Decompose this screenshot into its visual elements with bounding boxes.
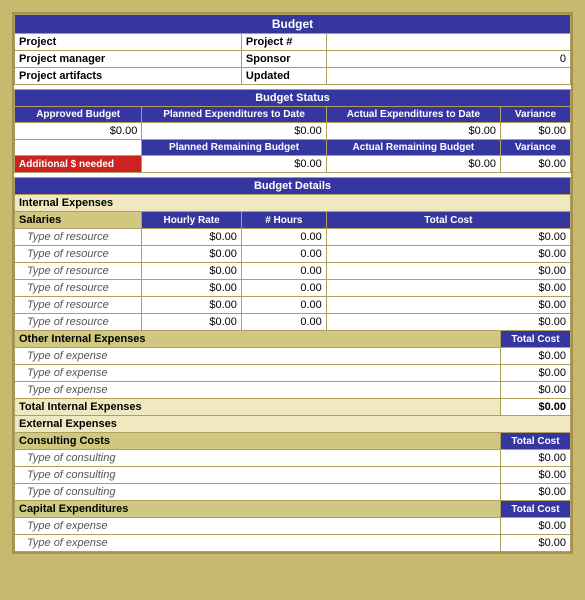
total-internal-value[interactable]: $0.00: [501, 399, 571, 416]
budget-title: Budget: [15, 15, 571, 34]
internal-expenses-label: Internal Expenses: [15, 195, 571, 212]
resource-name-4[interactable]: Type of resource: [15, 280, 142, 297]
resource-row-6: Type of resource $0.00 0.00 $0.00: [15, 314, 571, 331]
project-manager-label: Project manager: [15, 51, 242, 68]
resource-hours-5[interactable]: 0.00: [241, 297, 326, 314]
resource-hours-3[interactable]: 0.00: [241, 263, 326, 280]
approved-budget-col: Approved Budget: [15, 107, 142, 123]
capital-row-2: Type of expense $0.00: [15, 535, 571, 552]
external-expenses-label: External Expenses: [15, 416, 571, 433]
resource-name-6[interactable]: Type of resource: [15, 314, 142, 331]
other-expense-name-1[interactable]: Type of expense: [15, 348, 501, 365]
salaries-label: Salaries: [15, 212, 142, 229]
resource-row-3: Type of resource $0.00 0.00 $0.00: [15, 263, 571, 280]
other-expense-cost-3[interactable]: $0.00: [501, 382, 571, 399]
planned-remaining-col: Planned Remaining Budget: [142, 140, 326, 156]
resource-hours-6[interactable]: 0.00: [241, 314, 326, 331]
capital-row-1: Type of expense $0.00: [15, 518, 571, 535]
sponsor-label: Sponsor: [241, 51, 326, 68]
consulting-name-1[interactable]: Type of consulting: [15, 450, 501, 467]
variance2-value[interactable]: $0.00: [501, 156, 571, 173]
approved-budget-value[interactable]: $0.00: [15, 123, 142, 140]
project-number-label: Project #: [241, 34, 326, 51]
total-cost-col: Total Cost: [326, 212, 570, 229]
resource-cost-5[interactable]: $0.00: [326, 297, 570, 314]
actual-remaining-col: Actual Remaining Budget: [326, 140, 500, 156]
total-internal-label: Total Internal Expenses: [15, 399, 501, 416]
resource-name-1[interactable]: Type of resource: [15, 229, 142, 246]
updated-value[interactable]: [326, 68, 570, 85]
resource-name-5[interactable]: Type of resource: [15, 297, 142, 314]
variance-value[interactable]: $0.00: [501, 123, 571, 140]
planned-remaining-value[interactable]: $0.00: [142, 156, 326, 173]
updated-label: Updated: [241, 68, 326, 85]
capital-cost-2[interactable]: $0.00: [501, 535, 571, 552]
budget-container: Budget Project Project # Project manager…: [12, 12, 573, 554]
consulting-row-1: Type of consulting $0.00: [15, 450, 571, 467]
variance2-col: Variance: [501, 140, 571, 156]
resource-rate-6[interactable]: $0.00: [142, 314, 242, 331]
resource-cost-1[interactable]: $0.00: [326, 229, 570, 246]
resource-rate-5[interactable]: $0.00: [142, 297, 242, 314]
resource-row-5: Type of resource $0.00 0.00 $0.00: [15, 297, 571, 314]
resource-row-2: Type of resource $0.00 0.00 $0.00: [15, 246, 571, 263]
budget-status-title: Budget Status: [15, 90, 571, 107]
other-expense-cost-2[interactable]: $0.00: [501, 365, 571, 382]
resource-rate-3[interactable]: $0.00: [142, 263, 242, 280]
budget-details-title: Budget Details: [15, 178, 571, 195]
resource-rate-1[interactable]: $0.00: [142, 229, 242, 246]
consulting-row-2: Type of consulting $0.00: [15, 467, 571, 484]
actual-expenditures-col: Actual Expenditures to Date: [326, 107, 500, 123]
hourly-rate-col: Hourly Rate: [142, 212, 242, 229]
other-expense-row-2: Type of expense $0.00: [15, 365, 571, 382]
project-artifacts-label: Project artifacts: [15, 68, 242, 85]
resource-hours-1[interactable]: 0.00: [241, 229, 326, 246]
resource-name-2[interactable]: Type of resource: [15, 246, 142, 263]
other-expense-row-3: Type of expense $0.00: [15, 382, 571, 399]
resource-cost-3[interactable]: $0.00: [326, 263, 570, 280]
resource-rate-2[interactable]: $0.00: [142, 246, 242, 263]
consulting-cost-2[interactable]: $0.00: [501, 467, 571, 484]
consulting-cost-1[interactable]: $0.00: [501, 450, 571, 467]
hours-col: # Hours: [241, 212, 326, 229]
resource-cost-4[interactable]: $0.00: [326, 280, 570, 297]
project-label: Project: [15, 34, 242, 51]
other-expense-name-2[interactable]: Type of expense: [15, 365, 501, 382]
resource-row-4: Type of resource $0.00 0.00 $0.00: [15, 280, 571, 297]
actual-remaining-value[interactable]: $0.00: [326, 156, 500, 173]
other-internal-label: Other Internal Expenses: [15, 331, 501, 348]
consulting-row-3: Type of consulting $0.00: [15, 484, 571, 501]
additional-needed-cell: Additional $ needed: [15, 156, 142, 173]
capital-name-2[interactable]: Type of expense: [15, 535, 501, 552]
variance-col: Variance: [501, 107, 571, 123]
resource-row-1: Type of resource $0.00 0.00 $0.00: [15, 229, 571, 246]
resource-rate-4[interactable]: $0.00: [142, 280, 242, 297]
capital-name-1[interactable]: Type of expense: [15, 518, 501, 535]
other-expense-name-3[interactable]: Type of expense: [15, 382, 501, 399]
resource-cost-2[interactable]: $0.00: [326, 246, 570, 263]
actual-value[interactable]: $0.00: [326, 123, 500, 140]
project-number-value[interactable]: [326, 34, 570, 51]
consulting-total-cost-col: Total Cost: [501, 433, 571, 450]
other-expense-cost-1[interactable]: $0.00: [501, 348, 571, 365]
capital-total-cost-col: Total Cost: [501, 501, 571, 518]
capital-expenditures-label: Capital Expenditures: [15, 501, 501, 518]
resource-hours-4[interactable]: 0.00: [241, 280, 326, 297]
capital-cost-1[interactable]: $0.00: [501, 518, 571, 535]
resource-hours-2[interactable]: 0.00: [241, 246, 326, 263]
planned-value[interactable]: $0.00: [142, 123, 326, 140]
planned-expenditures-col: Planned Expenditures to Date: [142, 107, 326, 123]
other-expense-row-1: Type of expense $0.00: [15, 348, 571, 365]
consulting-costs-label: Consulting Costs: [15, 433, 501, 450]
consulting-cost-3[interactable]: $0.00: [501, 484, 571, 501]
other-total-cost-col: Total Cost: [501, 331, 571, 348]
resource-name-3[interactable]: Type of resource: [15, 263, 142, 280]
consulting-name-3[interactable]: Type of consulting: [15, 484, 501, 501]
consulting-name-2[interactable]: Type of consulting: [15, 467, 501, 484]
resource-cost-6[interactable]: $0.00: [326, 314, 570, 331]
sponsor-value[interactable]: 0: [326, 51, 570, 68]
